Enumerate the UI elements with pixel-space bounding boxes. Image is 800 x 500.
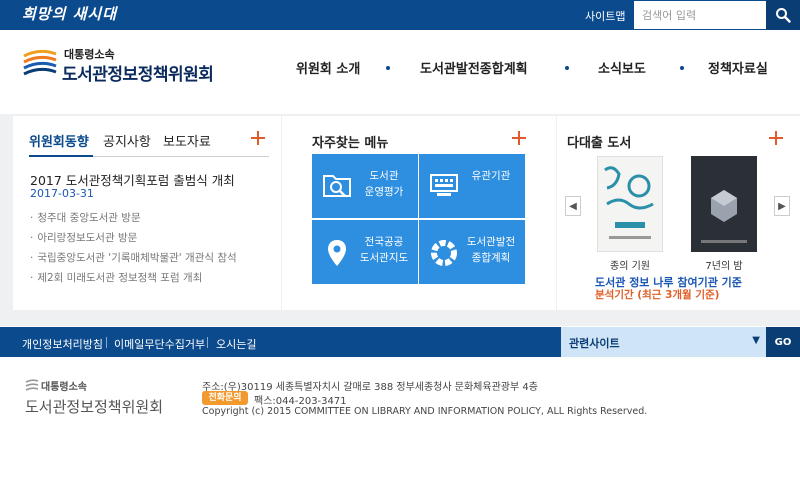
tab-committee-news[interactable]: 위원회동향 [29,131,89,150]
tab-notices[interactable]: 공지사항 [103,131,151,150]
popular-books-panel: 다대출 도서 ◀ ▶ 종의 기원 7년의 밤 도서관 정보 나루 참여기관 기준… [557,116,800,310]
active-tab-indicator [29,155,93,157]
quick-tile-development-plan[interactable]: 도서관발전 종합계획 [419,220,525,284]
footer-address: 주소:(우)30119 세종특별자치시 갈매로 388 정부세종청사 문화체육관… [202,382,538,393]
books-next-button[interactable]: ▶ [774,196,790,216]
slogan: 희망의 새시대 [22,5,118,23]
list-item[interactable]: 국립중앙도서관 '기록매체박물관' 개관식 참석 [30,250,236,270]
privacy-policy-link[interactable]: 개인정보처리방침 [22,336,103,352]
phone-inquiry-badge[interactable]: 전화문의 [202,391,248,405]
tab-press[interactable]: 보도자료 [163,131,211,150]
chevron-down-icon: ▼ [752,335,760,346]
news-more-button[interactable] [251,131,265,145]
go-button[interactable]: GO [766,327,800,357]
logo-mark-icon [23,49,57,76]
news-panel: 위원회동향 공지사항 보도자료 2017 도서관정책기획포럼 출범식 개최 20… [13,116,281,310]
news-list: 청주대 중앙도서관 방문 아리랑정보도서관 방문 국립중앙도서관 '기록매체박물… [30,210,237,290]
quick-tile-label: 도서관 운영평가 [364,170,404,198]
footer-logo-subtitle: 대통령소속 [41,382,87,393]
search-icon [776,8,791,23]
book-cover[interactable] [596,155,664,253]
news-headline-date: 2017-03-31 [30,187,94,200]
main-nav: 위원회 소개 도서관발전종합계획 소식보도 정책자료실 [280,58,780,82]
footer-logo-title: 도서관정보정책위원회 [25,398,164,416]
list-item[interactable]: 청주대 중앙도서관 방문 [30,210,237,230]
footer-fax: 팩스:044-203-3471 [254,396,347,407]
keyboard-icon [430,174,458,196]
related-sites-label: 관련사이트 [569,337,620,350]
footer-logo-mark-icon [25,379,39,391]
quick-tile-library-map[interactable]: 전국공공 도서관지도 [312,220,418,284]
search-folder-icon [323,175,351,197]
site-logo[interactable]: 대통령소속 도서관정보정책위원회 [22,46,222,86]
search-input[interactable] [634,1,766,29]
related-sites-select[interactable]: 관련사이트 ▼ [561,327,766,357]
nav-item-news[interactable]: 소식보도 [598,58,646,77]
quick-menu-more-button[interactable] [512,131,526,145]
book-title[interactable]: 7년의 밤 [689,257,759,272]
nav-separator [386,66,390,70]
quick-tile-label: 유관기관 [471,170,511,182]
quick-tile-label: 전국공공 도서관지도 [359,236,409,264]
chevron-left-icon: ◀ [569,200,577,212]
top-bar: 희망의 새시대 사이트맵 [0,0,800,30]
logo-title: 도서관정보정책위원회 [62,65,214,85]
footer-separator [207,337,208,348]
list-item[interactable]: 아리랑정보도서관 방문 [30,230,237,250]
nav-separator [680,66,684,70]
books-period-note: 분석기간 (최근 3개월 기준) [595,289,720,301]
nav-item-resources[interactable]: 정책자료실 [708,58,768,77]
map-pin-icon [328,240,346,266]
nav-item-committee[interactable]: 위원회 소개 [296,58,360,77]
nav-item-plan[interactable]: 도서관발전종합계획 [420,58,528,77]
quick-menu-panel: 자주찾는 메뉴 도서관 운영평가 유관기관 전국공공 도서관지도 도서관발전 종… [282,116,556,310]
book-cover[interactable] [691,156,757,252]
ring-icon [431,240,457,266]
search-button[interactable] [766,0,800,30]
book-cover-image [691,156,757,252]
book-title[interactable]: 종의 기원 [595,257,665,272]
email-refusal-link[interactable]: 이메일무단수집거부 [114,336,205,352]
footer-copyright: Copyright (c) 2015 COMMITTEE ON LIBRARY … [202,406,648,417]
quick-tile-agencies[interactable]: 유관기관 [419,154,525,218]
books-more-button[interactable] [769,131,783,145]
books-title: 다대출 도서 [567,136,632,151]
nav-separator [565,66,569,70]
list-item[interactable]: 제2회 미래도서관 정보정책 포럼 개최 [30,270,237,290]
chevron-right-icon: ▶ [778,200,786,212]
directions-link[interactable]: 오시는길 [216,336,256,352]
books-prev-button[interactable]: ◀ [565,196,581,216]
book-cover-image [596,155,664,253]
quick-tile-evaluation[interactable]: 도서관 운영평가 [312,154,418,218]
quick-tile-label: 도서관발전 종합계획 [466,236,516,264]
quick-menu-title: 자주찾는 메뉴 [312,136,389,151]
sitemap-link[interactable]: 사이트맵 [585,8,625,24]
footer-separator [106,337,107,348]
